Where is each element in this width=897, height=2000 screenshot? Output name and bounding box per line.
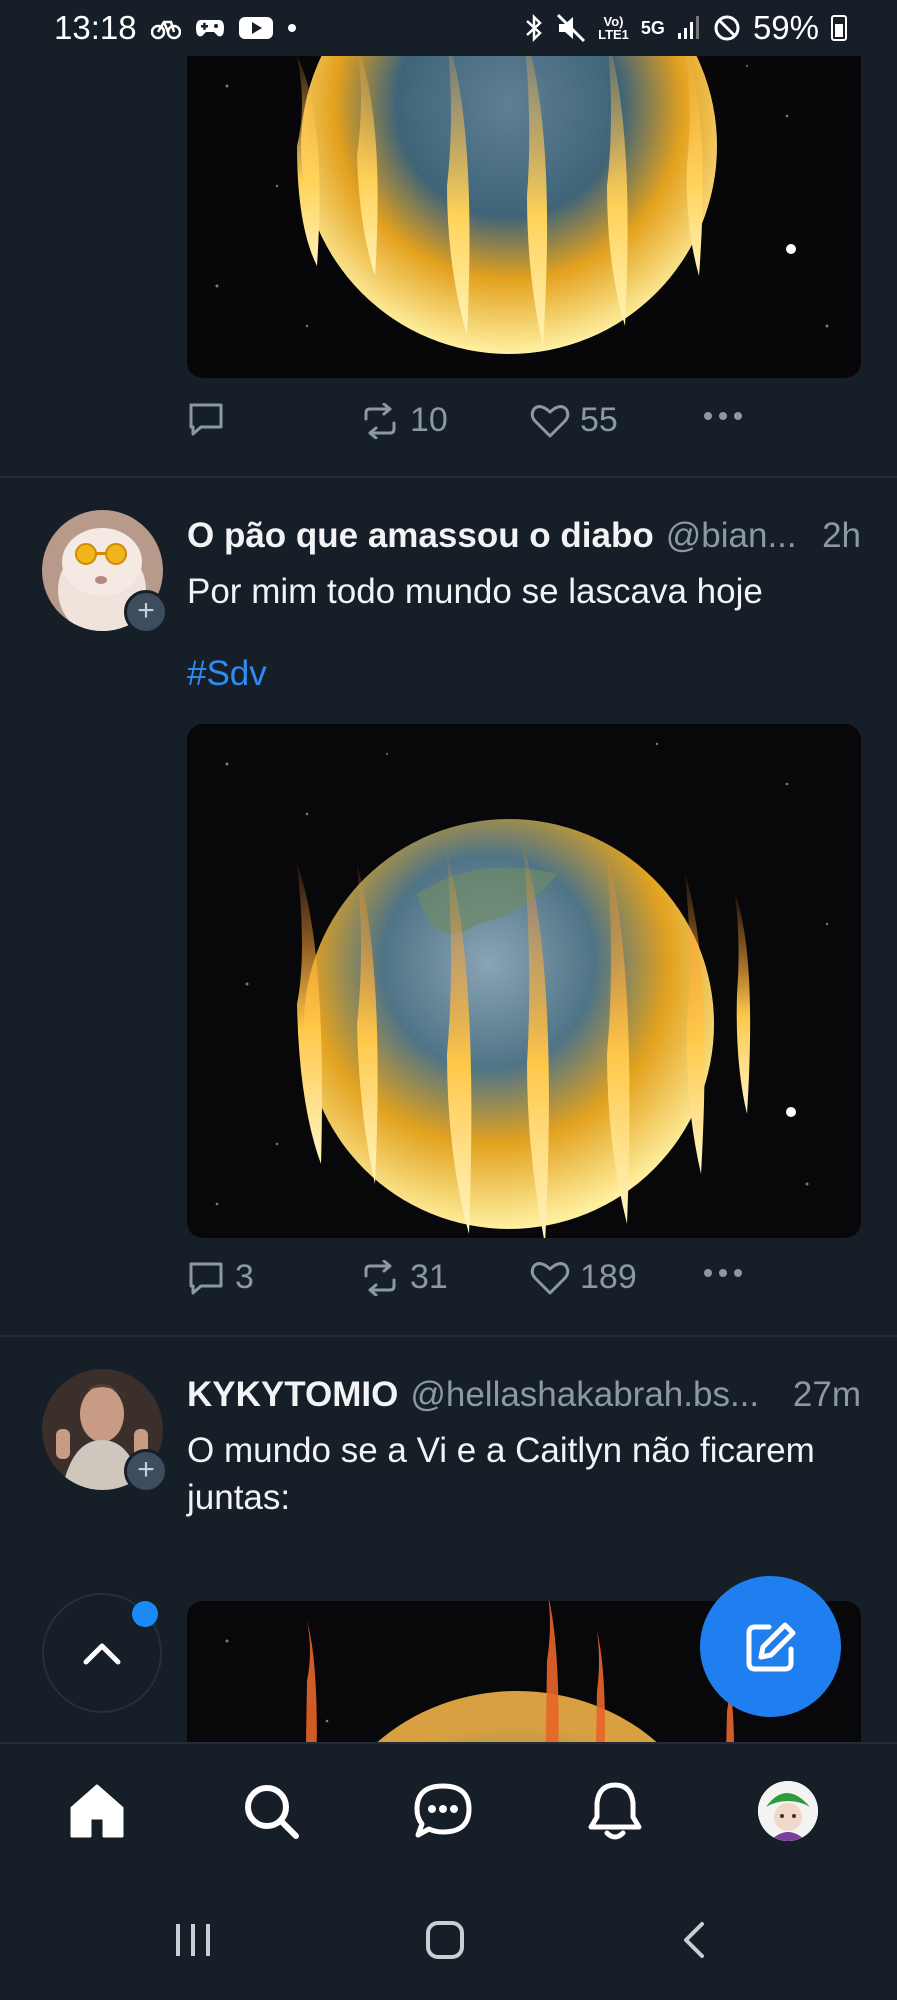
- repost-icon: [364, 402, 396, 439]
- battery-icon: [831, 15, 847, 41]
- tab-notifications[interactable]: [580, 1776, 650, 1846]
- dnd-icon: [713, 14, 741, 42]
- more-icon: [704, 1269, 742, 1277]
- back-button[interactable]: [680, 1920, 710, 1965]
- user-handle[interactable]: @bian...: [666, 516, 804, 556]
- youtube-icon: [238, 16, 273, 40]
- reply-button[interactable]: [187, 401, 235, 437]
- more-button[interactable]: [702, 409, 744, 423]
- bike-icon: [150, 16, 181, 40]
- bell-icon: [588, 1782, 642, 1840]
- timeline-feed[interactable]: 10 55 + O pão que amassou o diabo @bian.…: [0, 56, 897, 1742]
- heart-icon: [530, 1261, 570, 1294]
- repost-button[interactable]: 31: [360, 1258, 448, 1297]
- system-navigation-bar: [0, 1886, 897, 2000]
- reply-count: 3: [235, 1258, 254, 1296]
- repost-count: 10: [410, 401, 448, 439]
- status-bar: 13:18 Vo) LTE1 5G 59%: [0, 0, 897, 56]
- recents-icon: [176, 1924, 210, 1956]
- like-button[interactable]: 55: [530, 401, 618, 440]
- search-icon: [245, 1785, 299, 1839]
- back-icon: [684, 1922, 704, 1958]
- hashtag-link[interactable]: #Sdv: [187, 654, 267, 694]
- recents-button[interactable]: [172, 1920, 214, 1965]
- post-header: O pão que amassou o diabo @bian... 2h: [187, 516, 861, 556]
- follow-plus-icon[interactable]: +: [124, 1449, 168, 1493]
- post-divider: [0, 1335, 897, 1337]
- like-button[interactable]: 189: [530, 1258, 637, 1297]
- mute-icon: [556, 13, 586, 43]
- home-nav-icon: [426, 1921, 464, 1959]
- post-actions: 3 31 189: [187, 1258, 787, 1308]
- compose-icon: [746, 1622, 795, 1671]
- status-time: 13:18: [54, 9, 137, 46]
- bottom-tab-bar: [0, 1742, 897, 1886]
- like-count: 189: [580, 1258, 637, 1296]
- like-count: 55: [580, 401, 618, 439]
- display-name[interactable]: O pão que amassou o diabo: [187, 516, 654, 556]
- chat-icon: [414, 1783, 472, 1838]
- display-name[interactable]: KYKYTOMIO: [187, 1375, 398, 1415]
- volte-indicator: Vo) LTE1: [598, 14, 629, 42]
- signal-icon: [677, 15, 701, 41]
- tab-home[interactable]: [62, 1776, 132, 1846]
- dot-icon: [287, 23, 297, 33]
- post-time: 2h: [822, 516, 861, 555]
- reply-button[interactable]: 3: [187, 1258, 254, 1297]
- tab-chat[interactable]: [408, 1776, 478, 1846]
- bluetooth-icon: [524, 13, 544, 43]
- tab-search[interactable]: [236, 1776, 306, 1846]
- post-media[interactable]: [187, 724, 861, 1238]
- home-nav-button[interactable]: [424, 1920, 466, 1965]
- battery-percent: 59%: [752, 9, 819, 46]
- heart-icon: [530, 404, 570, 437]
- reply-icon: [189, 1262, 223, 1294]
- post-actions: 10 55: [187, 401, 787, 451]
- game-controller-icon: [195, 16, 225, 40]
- post-header: KYKYTOMIO @hellashakabrah.bs... 27m: [187, 1375, 861, 1415]
- more-icon: [704, 412, 742, 420]
- post-text: O mundo se a Vi e a Caitlyn não ficarem …: [187, 1431, 815, 1517]
- repost-icon: [364, 1259, 396, 1296]
- post-media[interactable]: [187, 56, 861, 378]
- network-type: 5G: [640, 17, 665, 38]
- follow-plus-icon[interactable]: +: [124, 590, 168, 634]
- repost-count: 31: [410, 1258, 448, 1296]
- compose-button[interactable]: [700, 1576, 841, 1717]
- profile-avatar: [758, 1781, 818, 1841]
- post-divider: [0, 476, 897, 478]
- chevron-up-icon: [83, 1643, 121, 1665]
- new-posts-indicator: [132, 1601, 158, 1627]
- post-time: 27m: [792, 1375, 861, 1414]
- scroll-to-top-button[interactable]: [42, 1593, 162, 1713]
- post-text: Por mim todo mundo se lascava hoje: [187, 572, 763, 611]
- repost-button[interactable]: 10: [360, 401, 448, 440]
- reply-icon: [189, 403, 223, 436]
- more-button[interactable]: [702, 1266, 744, 1280]
- user-handle[interactable]: @hellashakabrah.bs...: [410, 1375, 775, 1415]
- home-icon: [70, 1784, 124, 1838]
- tab-profile[interactable]: [753, 1776, 823, 1846]
